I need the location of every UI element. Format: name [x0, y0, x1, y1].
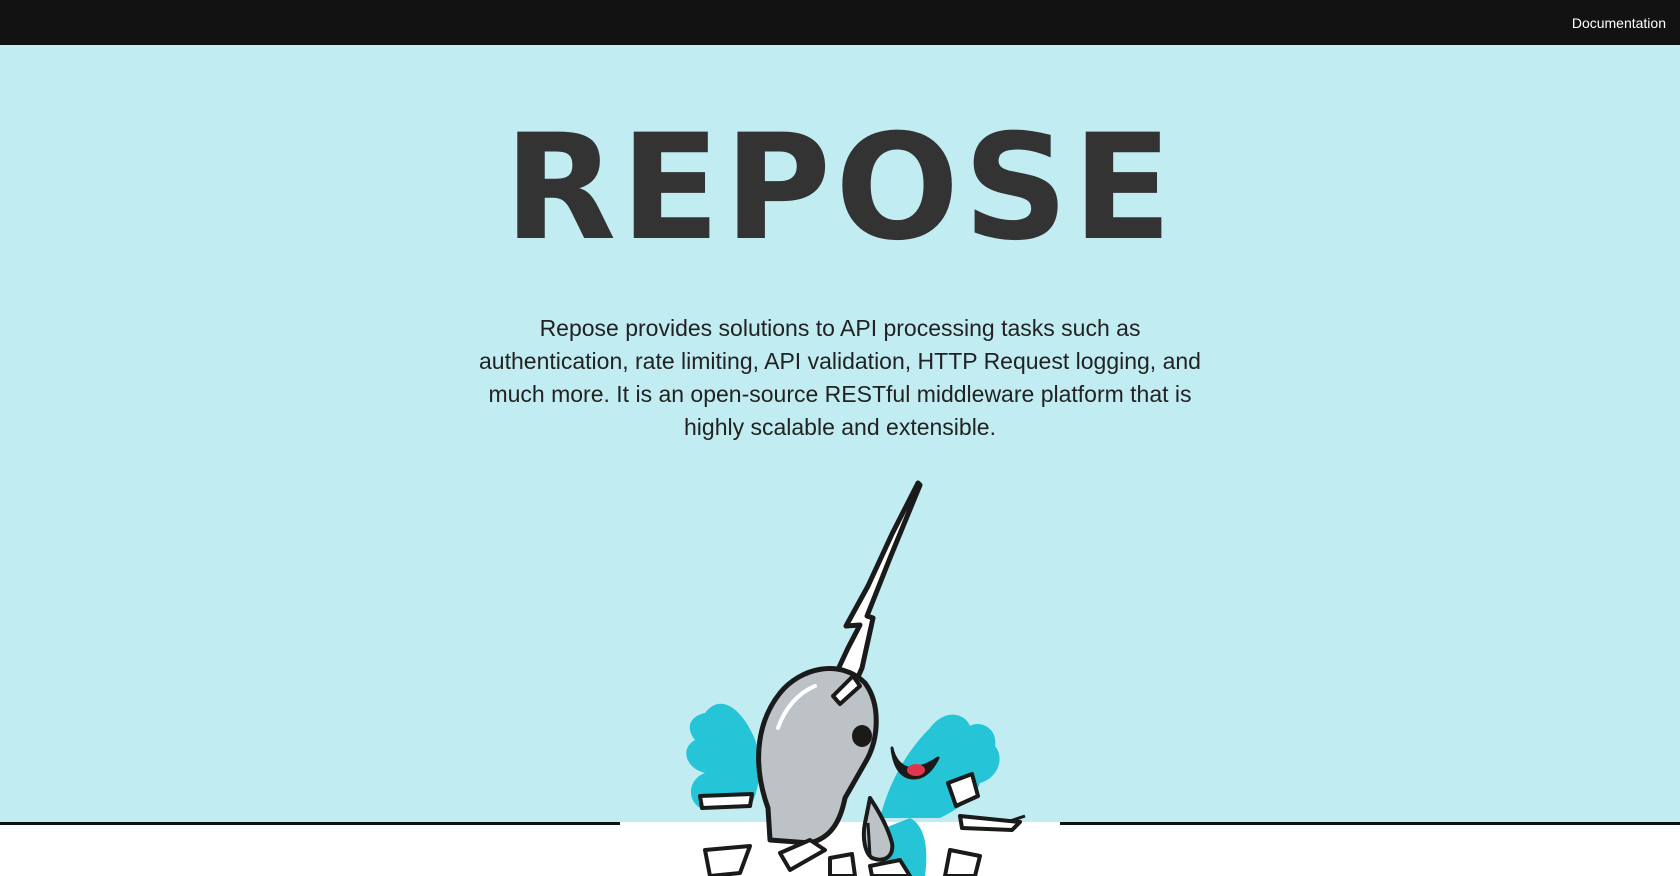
top-nav-bar: Documentation — [0, 0, 1680, 45]
page-title: REPOSE — [503, 103, 1177, 273]
documentation-link[interactable]: Documentation — [1572, 15, 1666, 31]
ground-line-left — [0, 822, 620, 825]
ground-line-right — [1060, 822, 1680, 825]
hero-tagline: Repose provides solutions to API process… — [479, 315, 1201, 440]
narwhal-icon — [686, 480, 1026, 876]
